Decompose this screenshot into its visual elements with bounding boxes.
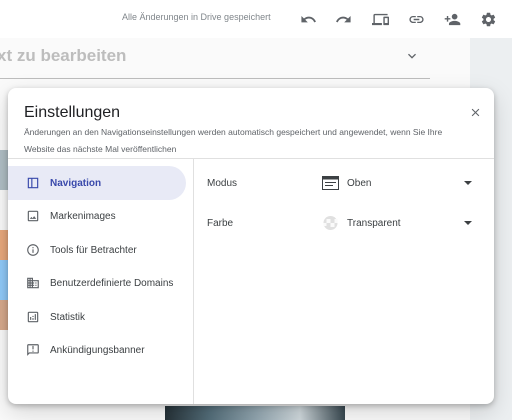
dialog-title: Einstellungen — [24, 104, 121, 121]
close-icon[interactable] — [466, 103, 484, 121]
announcement-icon — [26, 343, 40, 357]
add-person-icon[interactable] — [441, 8, 463, 30]
save-status: Alle Änderungen in Drive gespeichert — [122, 12, 271, 22]
info-icon — [26, 243, 40, 257]
mode-value: Oben — [347, 177, 372, 189]
top-toolbar: Alle Änderungen in Drive gespeichert — [0, 0, 512, 38]
title-underline — [0, 78, 430, 79]
color-label: Farbe — [207, 218, 234, 229]
nav-item-brand-images[interactable]: Markenimages — [8, 199, 186, 233]
gear-icon[interactable] — [477, 8, 499, 30]
nav-item-custom-domains[interactable]: Benutzerdefinierte Domains — [8, 266, 186, 300]
image-icon — [26, 209, 40, 223]
background-image-strip — [0, 260, 8, 300]
nav-item-label: Navigation — [50, 177, 102, 189]
redo-icon[interactable] — [332, 8, 354, 30]
nav-item-announcement-banner[interactable]: Ankündigungsbanner — [8, 333, 186, 367]
transparent-swatch-icon — [322, 216, 339, 230]
undo-icon[interactable] — [297, 8, 319, 30]
analytics-icon — [26, 310, 40, 324]
page-title-placeholder[interactable]: xt zu bearbeiten — [0, 46, 126, 66]
top-nav-icon — [322, 176, 339, 190]
mode-select[interactable]: Oben — [322, 173, 474, 193]
preview-devices-icon[interactable] — [369, 8, 391, 30]
navigation-icon — [26, 176, 40, 190]
background-image-strip — [0, 300, 8, 330]
dropdown-arrow-icon — [462, 217, 474, 229]
dialog-subtitle: Änderungen an den Navigationseinstellung… — [24, 127, 443, 154]
color-select[interactable]: Transparent — [322, 213, 474, 233]
nav-divider — [193, 159, 194, 404]
nav-item-navigation[interactable]: Navigation — [8, 166, 186, 200]
link-icon[interactable] — [405, 8, 427, 30]
nav-item-label: Ankündigungsbanner — [50, 344, 145, 356]
background-image — [165, 406, 345, 420]
settings-dialog: Einstellungen Änderungen an den Navigati… — [8, 88, 494, 404]
nav-item-label: Benutzerdefinierte Domains — [50, 277, 174, 289]
nav-item-viewer-tools[interactable]: Tools für Betrachter — [8, 233, 186, 267]
nav-item-label: Statistik — [50, 311, 86, 323]
chevron-down-icon[interactable] — [404, 48, 420, 64]
mode-label: Modus — [207, 178, 238, 189]
domain-icon — [26, 276, 40, 290]
nav-item-analytics[interactable]: Statistik — [8, 300, 186, 334]
nav-item-label: Tools für Betrachter — [50, 244, 137, 256]
nav-item-label: Markenimages — [50, 210, 116, 222]
dropdown-arrow-icon — [462, 177, 474, 189]
color-value: Transparent — [347, 217, 401, 229]
dialog-divider — [8, 158, 494, 159]
background-image-strip — [0, 230, 8, 260]
background-image-strip — [0, 150, 8, 190]
